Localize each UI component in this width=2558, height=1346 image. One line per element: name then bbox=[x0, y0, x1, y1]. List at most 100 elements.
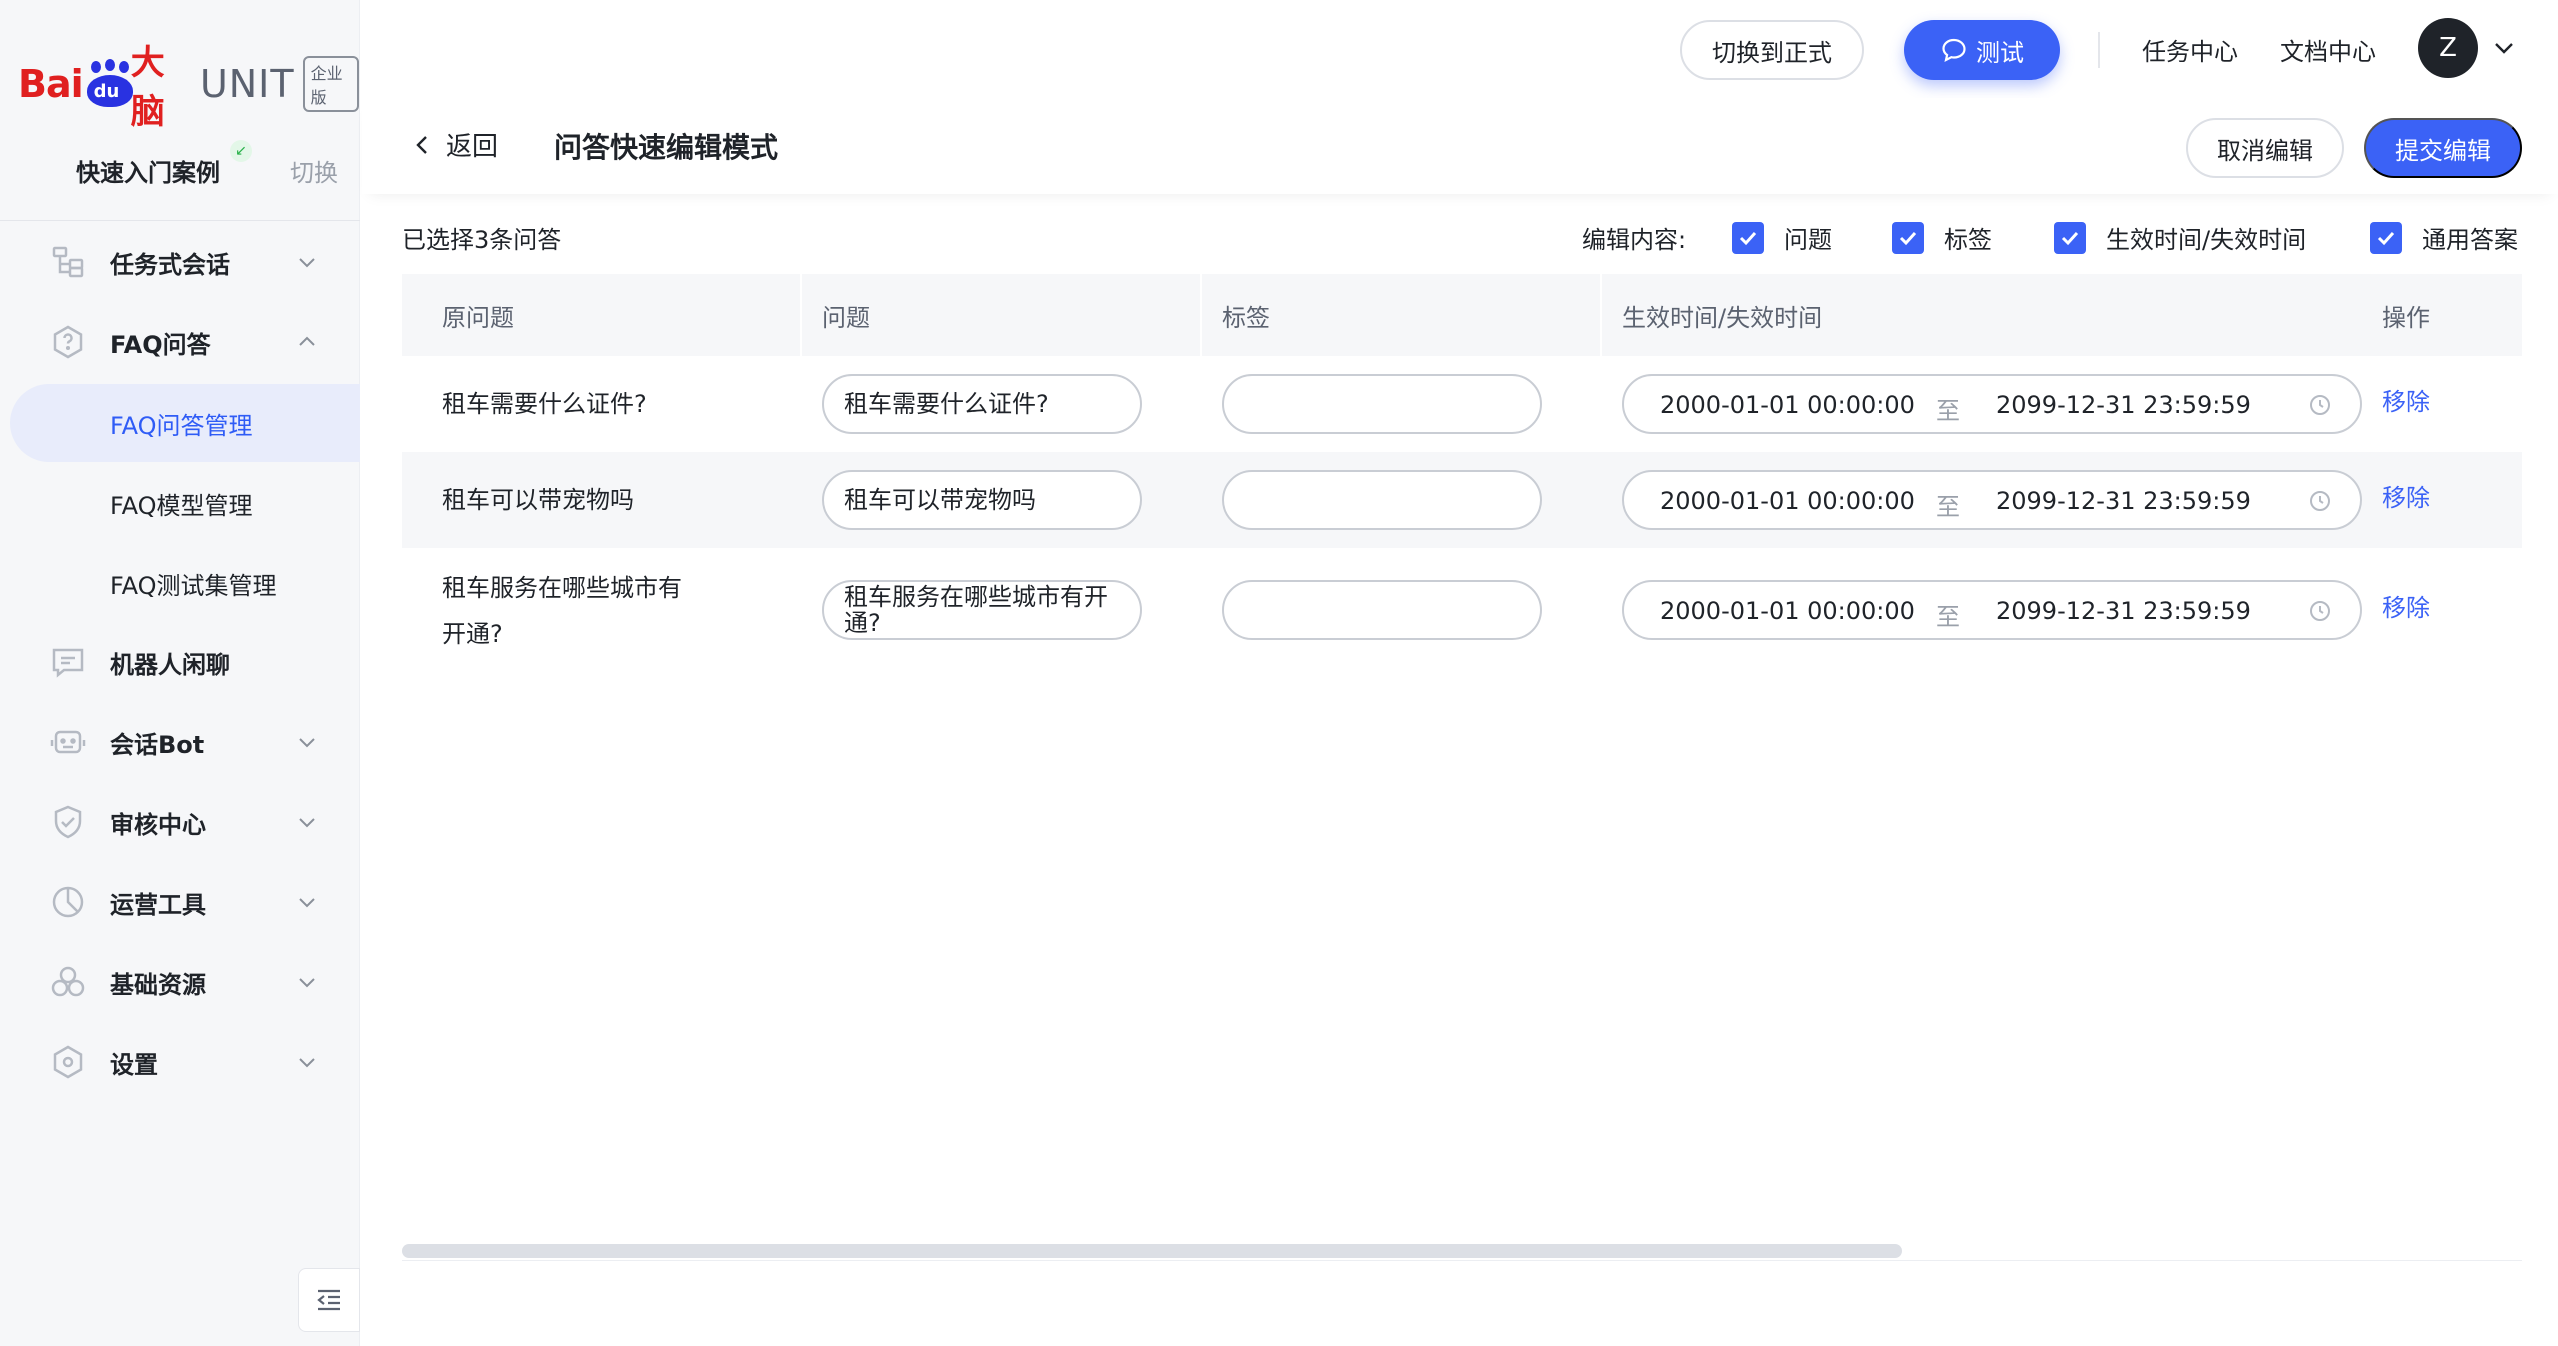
project-switch-link[interactable]: 切换 bbox=[290, 153, 338, 188]
date-range-picker[interactable]: 2000-01-01 00:00:00 至 2099-12-31 23:59:5… bbox=[1622, 470, 2362, 530]
range-separator: 至 bbox=[1936, 493, 1960, 521]
column-header-tag: 标签 bbox=[1222, 303, 1270, 332]
edition-badge: 企业版 bbox=[302, 56, 360, 112]
question-input[interactable]: 租车服务在哪些城市有开 通? bbox=[822, 580, 1142, 640]
chevron-down-icon bbox=[299, 258, 315, 268]
logo-du-text: du bbox=[93, 81, 120, 102]
cancel-edit-button[interactable]: 取消编辑 bbox=[2186, 118, 2344, 178]
sidebar-item-label: 基础资源 bbox=[110, 970, 206, 999]
question-input[interactable]: 租车可以带宠物吗 bbox=[822, 470, 1142, 530]
sidebar-item-label: 审核中心 bbox=[110, 810, 206, 839]
column-header-question: 问题 bbox=[822, 303, 870, 332]
date-range-picker[interactable]: 2000-01-01 00:00:00 至 2099-12-31 23:59:5… bbox=[1622, 580, 2362, 640]
avatar[interactable]: Z bbox=[2418, 18, 2478, 78]
sidebar-item-label: 机器人闲聊 bbox=[110, 650, 230, 679]
checkbox-checked-icon[interactable] bbox=[2054, 221, 2086, 254]
edit-mode-bar: 返回 问答快速编辑模式 取消编辑 提交编辑 bbox=[362, 98, 2558, 194]
remove-link[interactable]: 移除 bbox=[2382, 478, 2430, 513]
page-title: 问答快速编辑模式 bbox=[554, 131, 779, 164]
checkbox-checked-icon[interactable] bbox=[2370, 221, 2402, 254]
column-divider bbox=[1200, 274, 1202, 356]
top-header: 切换到正式 测试 任务中心 文档中心 Z bbox=[360, 0, 2558, 98]
end-date-value: 2099-12-31 23:59:59 bbox=[1996, 487, 2251, 515]
remove-link[interactable]: 移除 bbox=[2382, 588, 2430, 623]
start-date-value: 2000-01-01 00:00:00 bbox=[1660, 487, 1915, 515]
checkbox-general-answer[interactable]: 通用答案 bbox=[2370, 220, 2518, 255]
sidebar-item-faq[interactable]: FAQ问答 bbox=[0, 310, 360, 374]
table-row: 租车服务在哪些城市有 开通? 租车服务在哪些城市有开 通? 2000-01-01… bbox=[402, 548, 2522, 672]
checkbox-tag[interactable]: 标签 bbox=[1892, 220, 1992, 255]
checkbox-checked-icon[interactable] bbox=[1732, 221, 1764, 254]
switch-to-production-button[interactable]: 切换到正式 bbox=[1680, 20, 1864, 80]
table-header: 原问题 问题 标签 生效时间/失效时间 操作 bbox=[402, 274, 2522, 356]
chevron-down-icon bbox=[299, 818, 315, 828]
original-question-cell: 租车需要什么证件? bbox=[442, 390, 647, 418]
tag-input[interactable] bbox=[1222, 470, 1542, 530]
checkbox-effective-time[interactable]: 生效时间/失效时间 bbox=[2054, 220, 2306, 255]
checkbox-question[interactable]: 问题 bbox=[1732, 220, 1832, 255]
checkbox-label: 标签 bbox=[1944, 226, 1992, 254]
logo-bai-text: Bai bbox=[18, 62, 84, 106]
submit-edit-button[interactable]: 提交编辑 bbox=[2364, 118, 2522, 178]
shield-icon bbox=[54, 805, 82, 839]
sidebar-divider bbox=[0, 220, 360, 221]
collapse-menu-icon bbox=[317, 1289, 340, 1311]
chevron-up-icon bbox=[299, 336, 315, 346]
column-header-action: 操作 bbox=[2382, 303, 2430, 332]
chevron-down-icon bbox=[299, 738, 315, 748]
question-input-line1: 租车服务在哪些城市有开 bbox=[844, 583, 1108, 611]
column-header-time: 生效时间/失效时间 bbox=[1622, 303, 1823, 332]
sidebar-item-bot[interactable]: 会话Bot bbox=[0, 710, 360, 774]
sidebar-item-label: 任务式会话 bbox=[110, 250, 230, 279]
question-input[interactable]: 租车需要什么证件? bbox=[822, 374, 1142, 434]
paw-logo-icon: du bbox=[85, 59, 133, 109]
chevron-left-icon bbox=[416, 135, 427, 154]
logo-unit-text: UNIT bbox=[199, 62, 295, 106]
table-row: 租车可以带宠物吗 租车可以带宠物吗 2000-01-01 00:00:00 至 … bbox=[402, 452, 2522, 548]
end-date-value: 2099-12-31 23:59:59 bbox=[1996, 597, 2251, 625]
sidebar-item-operations[interactable]: 运营工具 bbox=[0, 870, 360, 934]
horizontal-scrollbar-thumb[interactable] bbox=[402, 1244, 1902, 1258]
sidebar-item-settings[interactable]: 设置 bbox=[0, 1030, 360, 1094]
checkbox-checked-icon[interactable] bbox=[1892, 221, 1924, 254]
sidebar-item-label: 会话Bot bbox=[110, 730, 205, 759]
sidebar-item-faq-management[interactable]: FAQ问答管理 bbox=[10, 384, 360, 462]
start-date-value: 2000-01-01 00:00:00 bbox=[1660, 391, 1915, 419]
sidebar-item-label: 设置 bbox=[110, 1050, 158, 1079]
logo-danao-text: 大脑 bbox=[130, 43, 165, 132]
chevron-down-icon bbox=[299, 898, 315, 908]
resources-icon bbox=[51, 966, 85, 997]
checkbox-label: 通用答案 bbox=[2422, 226, 2518, 254]
original-question-cell-line2: 开通? bbox=[442, 620, 503, 648]
sidebar-item-resources[interactable]: 基础资源 bbox=[0, 950, 360, 1014]
sidebar-item-chitchat[interactable]: 机器人闲聊 bbox=[0, 630, 360, 694]
tag-input[interactable] bbox=[1222, 580, 1542, 640]
doc-center-link[interactable]: 文档中心 bbox=[2280, 32, 2376, 67]
chevron-down-icon bbox=[299, 1058, 315, 1068]
selected-count-text: 已选择3条问答 bbox=[402, 226, 562, 254]
settings-icon bbox=[53, 1045, 83, 1079]
sidebar-item-label: FAQ问答 bbox=[110, 330, 211, 359]
tag-input[interactable] bbox=[1222, 374, 1542, 434]
back-button-label: 返回 bbox=[446, 132, 499, 162]
test-button[interactable]: 测试 bbox=[1904, 20, 2060, 80]
sidebar-item-faq-model[interactable]: FAQ模型管理 bbox=[0, 464, 360, 542]
back-button[interactable]: 返回 bbox=[412, 126, 498, 163]
task-center-link[interactable]: 任务中心 bbox=[2142, 32, 2238, 67]
sidebar-item-task-dialog[interactable]: 任务式会话 bbox=[0, 230, 360, 294]
collapse-sidebar-button[interactable] bbox=[298, 1268, 360, 1332]
sidebar-item-label: FAQ模型管理 bbox=[110, 491, 253, 520]
sidebar-item-review[interactable]: 审核中心 bbox=[0, 790, 360, 854]
sidebar-item-faq-testset[interactable]: FAQ测试集管理 bbox=[0, 544, 360, 622]
checkbox-label: 生效时间/失效时间 bbox=[2106, 226, 2307, 254]
baidu-unit-logo[interactable]: Bai du 大脑 UNIT 企业版 bbox=[18, 43, 360, 132]
end-date-value: 2099-12-31 23:59:59 bbox=[1996, 391, 2251, 419]
bot-icon bbox=[50, 730, 86, 754]
question-input-line2: 通? bbox=[844, 609, 881, 637]
chevron-down-icon[interactable] bbox=[2492, 36, 2516, 60]
sidebar: Bai du 大脑 UNIT 企业版 快速入门案例 ↙ 切换 任务式会话 FAQ… bbox=[0, 0, 360, 1346]
range-separator: 至 bbox=[1936, 603, 1960, 631]
date-range-picker[interactable]: 2000-01-01 00:00:00 至 2099-12-31 23:59:5… bbox=[1622, 374, 2362, 434]
remove-link[interactable]: 移除 bbox=[2382, 382, 2430, 417]
faq-icon bbox=[53, 325, 83, 359]
